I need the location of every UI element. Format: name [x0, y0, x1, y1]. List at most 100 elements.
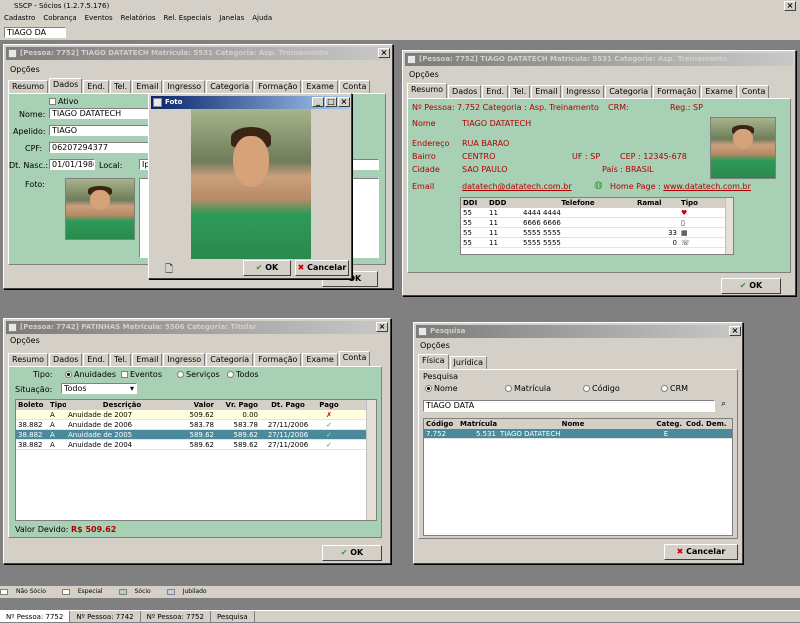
nome-field[interactable]: TIAGO DATATECH [49, 108, 149, 119]
dialog-cancel-button[interactable]: ✖ Cancelar [295, 260, 349, 276]
tab-dados[interactable]: Dados [448, 85, 482, 98]
unpaid-icon: ✗ [326, 411, 332, 419]
tab-resumo[interactable]: Resumo [8, 353, 49, 366]
tab-exame[interactable]: Exame [701, 85, 737, 98]
cpf-field[interactable]: 06207294377 [49, 142, 149, 153]
minimize-button[interactable]: _ [312, 97, 324, 107]
dtnasc-field[interactable]: 01/01/1980 [49, 159, 95, 170]
tipo-anuidades-radio[interactable]: Anuidades [65, 370, 116, 379]
tab-formacao[interactable]: Formação [254, 353, 302, 366]
email-value[interactable]: datatech@datatech.com.br [462, 182, 572, 191]
tab-dados[interactable]: Dados [49, 78, 83, 93]
tab-end[interactable]: End. [482, 85, 508, 98]
table-scrollbar[interactable] [366, 400, 376, 520]
search-query-field[interactable]: TIAGO DATA [423, 400, 715, 412]
table-scrollbar[interactable] [725, 198, 733, 254]
menu-cadastro[interactable]: Cadastro [0, 12, 39, 24]
tab-resumo[interactable]: Resumo [407, 83, 448, 98]
cpf-label: CPF: [25, 144, 43, 153]
tipo-eventos-checkbox[interactable]: Eventos [121, 370, 162, 379]
close-button[interactable]: × [338, 97, 350, 107]
tab-end[interactable]: End. [83, 80, 109, 93]
options-menu[interactable]: Opções [10, 65, 40, 74]
options-menu[interactable]: Opções [420, 341, 450, 350]
table-row[interactable]: 38.882 A Anuidade de 2005 589.62 589.62 27/11… [16, 430, 376, 440]
tab-categoria[interactable]: Categoria [605, 85, 653, 98]
menu-eventos[interactable]: Eventos [81, 12, 117, 24]
table-row[interactable]: 55 11 6666 6666 ▯ [461, 218, 733, 228]
tab-email[interactable]: Email [531, 85, 562, 98]
tipo-todos-radio[interactable]: Todos [227, 370, 259, 379]
search-input[interactable]: TIAGO DA [4, 27, 66, 38]
ok-button[interactable]: ✔ OK [721, 278, 781, 294]
taskbar-item[interactable]: Nº Pessoa: 7752 [0, 611, 71, 622]
tab-exame[interactable]: Exame [302, 353, 338, 366]
ok-button[interactable]: ✔ OK [322, 545, 382, 561]
window-titlebar[interactable]: Pesquisa [416, 325, 740, 338]
options-menu[interactable]: Opções [409, 70, 439, 79]
tab-formacao[interactable]: Formação [653, 85, 701, 98]
tab-conta[interactable]: Conta [338, 80, 371, 93]
radio-crm[interactable]: CRM [661, 384, 688, 393]
tab-exame[interactable]: Exame [302, 80, 338, 93]
table-row[interactable]: 38.882 A Anuidade de 2004 589.62 589.62 27/11… [16, 440, 376, 450]
tab-end[interactable]: End. [83, 353, 109, 366]
menu-relatorios[interactable]: Relatórios [117, 12, 160, 24]
tab-tel[interactable]: Tel. [509, 85, 531, 98]
tab-tel[interactable]: Tel. [110, 80, 132, 93]
dialog-ok-button[interactable]: ✔ OK [243, 260, 291, 276]
tab-email[interactable]: Email [132, 80, 163, 93]
tab-dados[interactable]: Dados [49, 353, 83, 366]
app-close-button[interactable]: × [784, 1, 796, 11]
tab-tel[interactable]: Tel. [110, 353, 132, 366]
tab-formacao[interactable]: Formação [254, 80, 302, 93]
homepage-field[interactable]: Home Page : www.datatech.com.br [610, 182, 751, 191]
menu-rel-especiais[interactable]: Rel. Especiais [160, 12, 216, 24]
table-row[interactable]: 38.882 A Anuidade de 2006 583.78 583.78 27/11… [16, 420, 376, 430]
tab-ingresso[interactable]: Ingresso [562, 85, 605, 98]
menu-janelas[interactable]: Janelas [215, 12, 248, 24]
window-titlebar[interactable]: [Pessoa: 7752] TIAGO DATATECH Matrícula:… [6, 47, 390, 60]
table-row[interactable]: 55 11 4444 4444 ♥ [461, 208, 733, 218]
taskbar-item[interactable]: Pesquisa [211, 611, 255, 622]
binoculars-icon[interactable]: ⌕ [721, 399, 726, 409]
tab-resumo[interactable]: Resumo [8, 80, 49, 93]
options-menu[interactable]: Opções [10, 336, 40, 345]
tab-conta[interactable]: Conta [338, 351, 371, 366]
menu-cobranca[interactable]: Cobrança [39, 12, 80, 24]
radio-nome[interactable]: Nome [425, 384, 458, 393]
file-icon[interactable]: 🗋 [165, 262, 173, 279]
ativo-checkbox[interactable]: Ativo [49, 97, 78, 106]
close-button[interactable]: × [729, 326, 741, 336]
tab-categoria[interactable]: Categoria [206, 80, 254, 93]
tab-email[interactable]: Email [132, 353, 163, 366]
table-row[interactable]: 55 11 5555 5555 0 ☏ [461, 238, 733, 248]
situacao-label: Situação: [15, 385, 53, 394]
situacao-select[interactable]: Todos ▾ [61, 383, 137, 394]
radio-codigo[interactable]: Código [583, 384, 620, 393]
taskbar-item[interactable]: Nº Pessoa: 7742 [70, 611, 141, 622]
tab-categoria[interactable]: Categoria [206, 353, 254, 366]
window-titlebar[interactable]: [Pessoa: 7742] PATINHAS Matrícula: 5506 … [6, 321, 388, 334]
tab-ingresso[interactable]: Ingresso [163, 80, 206, 93]
tipo-servicos-radio[interactable]: Serviços [177, 370, 220, 379]
taskbar-item[interactable]: Nº Pessoa: 7752 [141, 611, 211, 622]
person-photo-small[interactable] [65, 178, 135, 240]
tab-fisica[interactable]: Física [418, 354, 449, 369]
tab-conta[interactable]: Conta [737, 85, 770, 98]
app-title: SSCP - Sócios (1.2.7.5.176) [14, 2, 110, 10]
close-button[interactable]: × [376, 322, 388, 332]
menu-ajuda[interactable]: Ajuda [248, 12, 276, 24]
table-row[interactable]: A Anuidade de 2007 509.62 0.00 ✗ [16, 410, 376, 420]
table-row[interactable]: 55 11 5555 5555 33 ▦ [461, 228, 733, 238]
apelido-field[interactable]: TIAGO [49, 125, 149, 136]
tab-ingresso[interactable]: Ingresso [163, 353, 206, 366]
window-titlebar[interactable]: [Pessoa: 7752] TIAGO DATATECH Matrícula:… [405, 53, 793, 66]
maximize-button[interactable]: □ [325, 97, 337, 107]
radio-matricula[interactable]: Matrícula [505, 384, 551, 393]
close-button[interactable]: × [378, 48, 390, 58]
cancel-button[interactable]: ✖ Cancelar [664, 544, 738, 560]
nome-label: Nome [412, 119, 436, 128]
tab-juridica[interactable]: Jurídica [449, 356, 488, 369]
table-row[interactable]: 7.752 5.531 TIAGO DATATECH E [424, 429, 732, 439]
